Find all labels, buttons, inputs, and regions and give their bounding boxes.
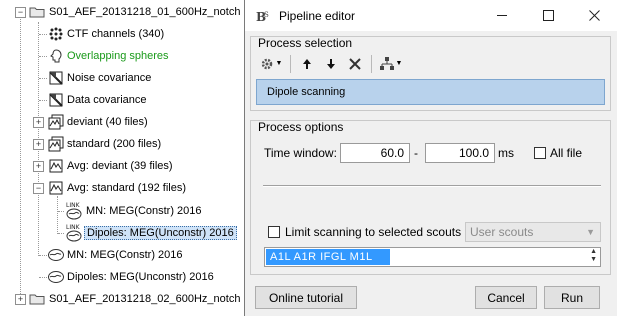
tree-item-label: MN: MEG(Constr) 2016: [67, 249, 183, 261]
all-file-checkbox[interactable]: [534, 147, 546, 159]
time-unit-label: ms: [498, 146, 514, 160]
tree-item-label: CTF channels (340): [67, 28, 165, 40]
headmodel-icon: [50, 49, 62, 63]
brainstorm-logo-icon: BS: [255, 7, 271, 24]
minimize-button[interactable]: [479, 0, 525, 31]
title-bar[interactable]: BS Pipeline editor: [245, 0, 617, 31]
pipeline-icon: [379, 56, 394, 70]
process-selection-title: Process selection: [258, 36, 353, 50]
separator-line: [263, 185, 601, 187]
expand-toggle[interactable]: +: [33, 161, 44, 172]
link-source-icon: LINK: [66, 202, 82, 220]
scouts-list-input[interactable]: A1L A1R IFGL M1L ▲ ▼: [264, 247, 601, 267]
limit-scouts-label: Limit scanning to selected scouts: [285, 225, 462, 239]
maximize-icon: [542, 10, 554, 21]
scroll-spinner-icon[interactable]: ▲ ▼: [590, 248, 597, 264]
delete-icon: [349, 57, 361, 70]
tree-item-label: MN: MEG(Constr) 2016: [86, 205, 202, 217]
collapse-toggle[interactable]: −: [15, 7, 26, 18]
tree-item-label: Avg: deviant (39 files): [67, 160, 173, 172]
scouts-atlas-value: User scouts: [470, 225, 534, 239]
expand-toggle[interactable]: +: [15, 294, 26, 305]
arrow-down-icon: [327, 58, 335, 69]
channels-icon: [49, 27, 63, 41]
collapse-toggle[interactable]: −: [33, 183, 44, 194]
dropdown-arrow-icon: ▼: [275, 60, 283, 67]
tree-item-label: Dipoles: MEG(Unconstr) 2016: [84, 226, 237, 240]
scouts-atlas-select[interactable]: User scouts ▼: [465, 222, 601, 242]
toolbar-separator: [290, 54, 291, 73]
svg-text:LINK: LINK: [66, 202, 81, 209]
tree-item-label: S01_AEF_20131218_01_600Hz_notch: [49, 6, 241, 18]
online-tutorial-button[interactable]: Online tutorial: [255, 286, 357, 309]
all-file-label: All file: [550, 146, 583, 160]
pipeline-dropdown-button[interactable]: ▼: [376, 53, 406, 75]
tree-item-label: Overlapping spheres: [67, 50, 169, 62]
average-icon: [49, 181, 63, 195]
process-toolbar: ▼ ▼: [256, 51, 606, 76]
arrow-up-icon: [303, 58, 311, 69]
tree-item-label: S01_AEF_20131218_02_600Hz_notch: [49, 293, 241, 305]
delete-process-button[interactable]: [343, 53, 367, 75]
tree-item-label: Noise covariance: [67, 72, 152, 84]
window-title: Pipeline editor: [279, 8, 356, 23]
selected-scouts: A1L A1R IFGL M1L: [266, 249, 390, 265]
brain-icon: [48, 249, 64, 261]
svg-text:LINK: LINK: [66, 224, 81, 231]
tree-item-label: deviant (40 files): [67, 116, 148, 128]
expand-toggle[interactable]: +: [33, 117, 44, 128]
time-window-label: Time window:: [264, 146, 337, 160]
limit-scouts-checkbox[interactable]: [268, 226, 280, 238]
brain-icon: [48, 271, 64, 283]
toolbar-separator: [371, 54, 372, 73]
tree-item-label: Avg: standard (192 files): [67, 182, 187, 194]
process-options-title: Process options: [258, 120, 344, 134]
svg-text:S: S: [264, 11, 269, 19]
time-separator: -: [414, 146, 418, 160]
move-down-button[interactable]: [319, 53, 343, 75]
minimize-icon: [496, 15, 507, 16]
chevron-down-icon: ▼: [586, 227, 595, 237]
move-up-button[interactable]: [295, 53, 319, 75]
dropdown-arrow-icon: ▼: [395, 60, 403, 67]
run-button[interactable]: Run: [544, 286, 600, 309]
close-icon: [588, 10, 600, 21]
expand-toggle[interactable]: +: [33, 139, 44, 150]
tree-item-label: Data covariance: [67, 94, 147, 106]
tree-item-label: Dipoles: MEG(Unconstr) 2016: [67, 271, 214, 283]
tree-item-label: standard (200 files): [67, 138, 162, 150]
process-list-item-dipole-scanning[interactable]: Dipole scanning: [256, 79, 605, 105]
database-tree: − S01_AEF_20131218_01_600Hz_notch CTF ch…: [0, 0, 250, 316]
covariance-icon: [49, 93, 63, 107]
data-list-icon: [48, 136, 64, 152]
time-start-input[interactable]: 60.0: [340, 143, 410, 163]
maximize-button[interactable]: [525, 0, 571, 31]
average-icon: [49, 159, 63, 173]
folder-icon: [29, 7, 45, 18]
data-list-icon: [48, 114, 64, 130]
gear-dropdown-button[interactable]: ▼: [256, 53, 286, 75]
time-end-input[interactable]: 100.0: [425, 143, 495, 163]
folder-icon: [29, 294, 45, 305]
gear-icon: [261, 58, 272, 69]
link-dipoles-icon: LINK: [66, 224, 82, 242]
covariance-icon: [49, 71, 63, 85]
close-button[interactable]: [571, 0, 617, 31]
cancel-button[interactable]: Cancel: [475, 286, 537, 309]
